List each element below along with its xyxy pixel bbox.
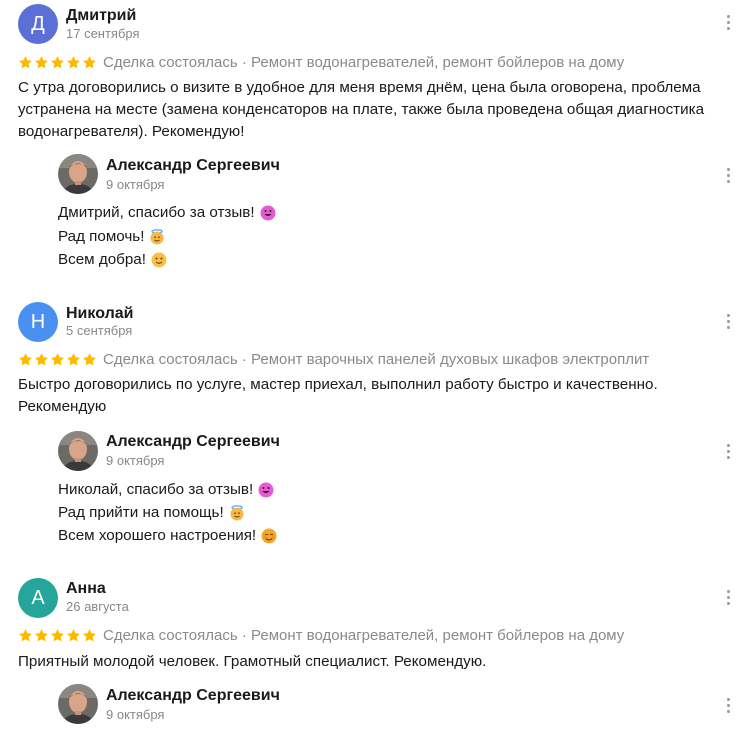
- deal-info: Сделка состоялась · Ремонт водонагревате…: [103, 53, 625, 71]
- star-icon: [66, 628, 81, 643]
- review-card: Д Дмитрий 17 сентября Сделка состоялась …: [0, 0, 750, 290]
- reply-author-name[interactable]: Александр Сергеевич: [106, 156, 280, 176]
- rating-stars: [18, 628, 97, 643]
- author-name[interactable]: Николай: [66, 304, 133, 324]
- reply-date: 9 октября: [106, 177, 165, 192]
- reply-avatar[interactable]: [58, 431, 98, 471]
- smiling-face-with-smiling-eyes-icon: [261, 528, 277, 544]
- star-icon: [18, 628, 33, 643]
- rating-line: Сделка состоялась · Ремонт водонагревате…: [18, 625, 624, 645]
- review-date: 26 августа: [66, 599, 129, 614]
- review-card: Н Николай 5 сентября Сделка состоялась ·…: [0, 298, 750, 568]
- person-photo-icon: [58, 431, 98, 471]
- review-text-line: водонагревателя). Рекомендую!: [18, 123, 245, 140]
- star-icon: [34, 55, 49, 70]
- star-icon: [82, 352, 97, 367]
- deal-info: Сделка состоялась · Ремонт варочных пане…: [103, 350, 650, 368]
- rating-stars: [18, 55, 97, 70]
- avatar[interactable]: Н: [18, 302, 58, 342]
- more-options-icon[interactable]: [721, 695, 735, 715]
- avatar[interactable]: Д: [18, 4, 58, 44]
- review-text: С утра договорились о визите в удобное д…: [18, 77, 733, 143]
- reply-text-line: Рад помочь!: [58, 227, 165, 247]
- star-icon: [34, 628, 49, 643]
- star-icon: [82, 628, 97, 643]
- grinning-face-icon: [260, 205, 276, 221]
- rating-stars: [18, 352, 97, 367]
- more-options-icon[interactable]: [721, 587, 735, 607]
- more-options-icon[interactable]: [721, 311, 735, 331]
- reply-text-line: Дмитрий, спасибо за отзыв!: [58, 203, 276, 223]
- star-icon: [18, 352, 33, 367]
- star-icon: [50, 352, 65, 367]
- smiling-face-with-halo-icon: [230, 505, 244, 521]
- review-text-line: Рекомендую: [18, 398, 107, 415]
- star-icon: [50, 55, 65, 70]
- deal-info: Сделка состоялась · Ремонт водонагревате…: [103, 626, 625, 644]
- reply-text-line: Всем добра!: [58, 250, 167, 270]
- star-icon: [34, 352, 49, 367]
- reply-avatar[interactable]: [58, 154, 98, 194]
- author-name[interactable]: Анна: [66, 579, 106, 599]
- review-text: Приятный молодой человек. Грамотный спец…: [18, 651, 733, 673]
- author-name[interactable]: Дмитрий: [66, 6, 136, 26]
- review-text-line: С утра договорились о визите в удобное д…: [18, 79, 701, 96]
- star-icon: [66, 352, 81, 367]
- reply-text-line: Всем хорошего настроения!: [58, 526, 277, 546]
- more-options-icon[interactable]: [721, 165, 735, 185]
- star-icon: [82, 55, 97, 70]
- review-date: 5 сентября: [66, 323, 133, 338]
- reply-author-name[interactable]: Александр Сергеевич: [106, 432, 280, 452]
- rating-line: Сделка состоялась · Ремонт водонагревате…: [18, 52, 624, 72]
- reply-avatar[interactable]: [58, 684, 98, 724]
- reply-date: 9 октября: [106, 707, 165, 722]
- review-text: Быстро договорились по услуге, мастер пр…: [18, 374, 733, 418]
- review-text-line: Быстро договорились по услуге, мастер пр…: [18, 376, 658, 393]
- rating-line: Сделка состоялась · Ремонт варочных пане…: [18, 349, 649, 369]
- reply-date: 9 октября: [106, 453, 165, 468]
- star-icon: [66, 55, 81, 70]
- slightly-smiling-face-icon: [151, 252, 167, 268]
- review-card: А Анна 26 августа Сделка состоялась · Ре…: [0, 574, 750, 730]
- star-icon: [18, 55, 33, 70]
- review-date: 17 сентября: [66, 26, 140, 41]
- smiling-face-with-halo-icon: [150, 229, 164, 245]
- person-photo-icon: [58, 154, 98, 194]
- reply-text-line: Рад прийти на помощь!: [58, 503, 245, 523]
- review-text-line: Приятный молодой человек. Грамотный спец…: [18, 653, 487, 670]
- grinning-face-icon: [258, 482, 274, 498]
- more-options-icon[interactable]: [721, 441, 735, 461]
- reply-text-line: Николай, спасибо за отзыв!: [58, 480, 274, 500]
- avatar[interactable]: А: [18, 578, 58, 618]
- review-text-line: устранена на месте (замена конденсаторов…: [18, 101, 705, 118]
- star-icon: [50, 628, 65, 643]
- person-photo-icon: [58, 684, 98, 724]
- reply-author-name[interactable]: Александр Сергеевич: [106, 686, 280, 706]
- more-options-icon[interactable]: [721, 12, 735, 32]
